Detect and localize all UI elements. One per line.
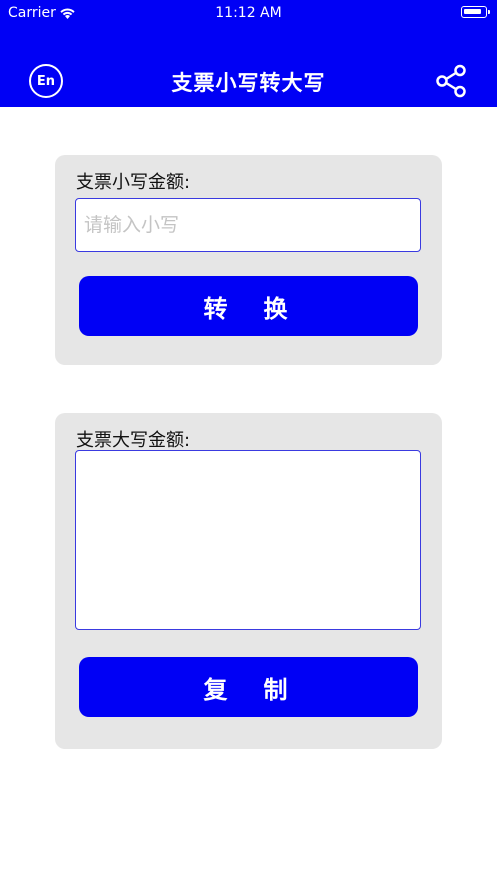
convert-button[interactable]: 转 换 — [79, 276, 418, 336]
status-bar: Carrier 11:12 AM — [0, 0, 497, 26]
battery-icon — [461, 6, 490, 18]
uppercase-amount-output[interactable] — [75, 450, 421, 630]
output-card: 支票大写金额: 复 制 — [55, 413, 442, 749]
top-bar: Carrier 11:12 AM En 支票小写转大写 — [0, 0, 497, 107]
page-title: 支票小写转大写 — [171, 71, 326, 95]
uppercase-amount-label: 支票大写金额: — [76, 430, 191, 451]
lowercase-amount-input[interactable] — [75, 198, 421, 252]
share-icon — [436, 64, 466, 98]
status-time: 11:12 AM — [215, 5, 282, 21]
lowercase-amount-label: 支票小写金额: — [76, 172, 191, 193]
copy-button[interactable]: 复 制 — [79, 657, 418, 717]
input-card: 支票小写金额: 转 换 — [55, 155, 442, 365]
share-button[interactable] — [433, 63, 469, 99]
